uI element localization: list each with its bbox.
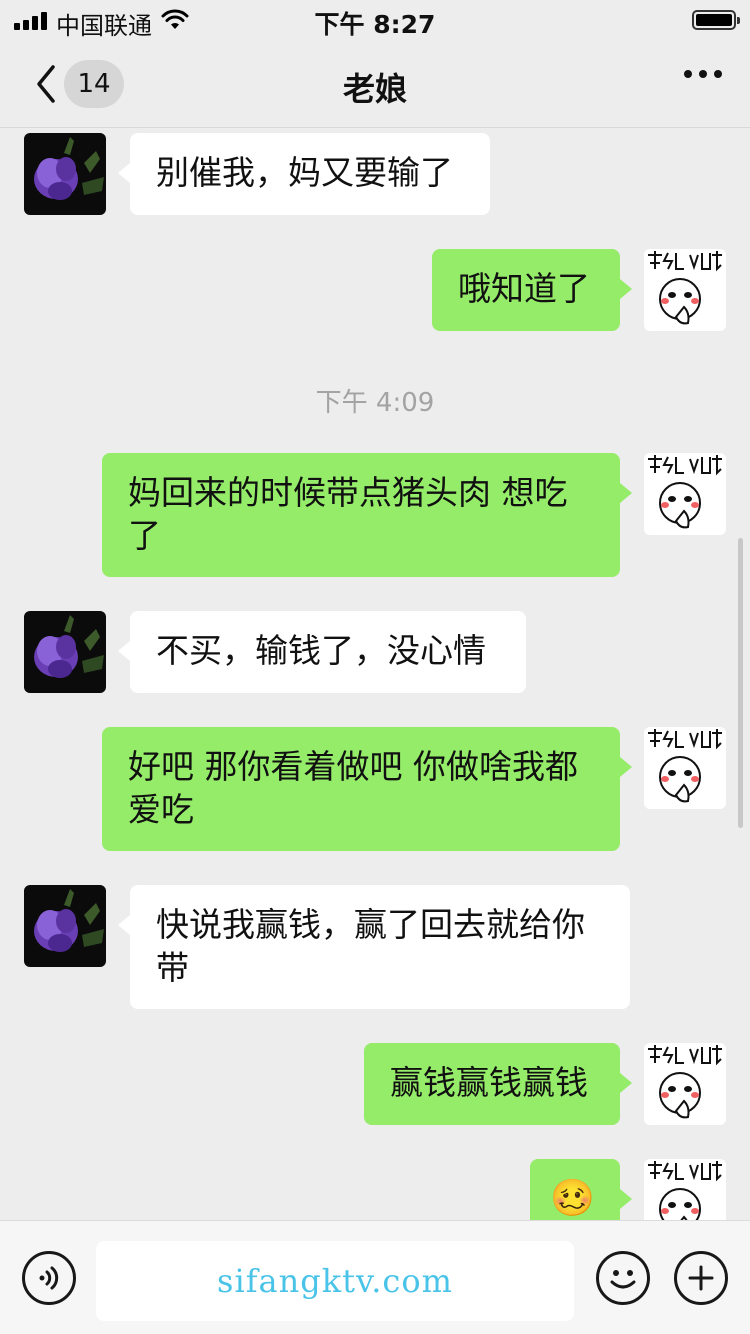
outgoing-message[interactable]: 🥴 [530, 1159, 632, 1220]
my-avatar[interactable] [644, 727, 726, 809]
message-text-field[interactable]: sifangktv.com [96, 1241, 574, 1321]
battery-icon [692, 10, 740, 30]
contact-avatar[interactable] [24, 133, 106, 215]
more-dot-icon [684, 70, 692, 78]
plus-icon [688, 1265, 714, 1291]
outgoing-message[interactable]: 好吧 那你看着做吧 你做啥我都爱吃 [102, 727, 632, 851]
contact-avatar[interactable] [24, 885, 106, 967]
emoji-button[interactable] [596, 1251, 650, 1305]
smiley-face-icon [610, 1270, 636, 1289]
incoming-message[interactable]: 别催我，妈又要输了 [118, 133, 490, 215]
chat-message-list[interactable]: 别催我，妈又要输了 哦知道了 下午 4:09 妈回来的时候带点猪头肉 想吃了 不… [0, 128, 750, 1220]
contact-avatar[interactable] [24, 611, 106, 693]
message-timestamp: 下午 4:09 [315, 388, 435, 418]
scrollbar[interactable] [738, 538, 743, 828]
message-text: 快说我赢钱，赢了回去就给你带 [156, 905, 585, 987]
incoming-message[interactable]: 快说我赢钱，赢了回去就给你带 [118, 885, 630, 1009]
voice-input-button[interactable] [22, 1251, 76, 1305]
status-time: 下午 8:27 [314, 10, 436, 39]
outgoing-message[interactable]: 赢钱赢钱赢钱 [364, 1043, 632, 1125]
emoji-message: 🥴 [550, 1178, 595, 1219]
message-text: 哦知道了 [458, 269, 590, 308]
my-avatar[interactable] [644, 249, 726, 331]
my-avatar[interactable] [644, 453, 726, 535]
message-text: 妈回来的时候带点猪头肉 想吃了 [128, 473, 568, 555]
voice-wave-icon [39, 1266, 59, 1290]
status-bar: 中国联通 下午 8:27 [0, 0, 750, 44]
more-functions-button[interactable] [674, 1251, 728, 1305]
my-avatar[interactable] [644, 1159, 726, 1220]
watermark-text: sifangktv.com [217, 1262, 453, 1300]
message-input-bar: sifangktv.com [0, 1220, 750, 1334]
incoming-message[interactable]: 不买，输钱了，没心情 [118, 611, 526, 693]
navigation-bar: 14 老娘 [0, 44, 750, 128]
message-text: 好吧 那你看着做吧 你做啥我都爱吃 [128, 747, 578, 829]
outgoing-message[interactable]: 妈回来的时候带点猪头肉 想吃了 [102, 453, 632, 577]
message-text: 不买，输钱了，没心情 [156, 631, 486, 670]
more-dot-icon [699, 70, 707, 78]
chat-title: 老娘 [342, 70, 407, 108]
my-avatar[interactable] [644, 1043, 726, 1125]
message-text: 赢钱赢钱赢钱 [390, 1063, 588, 1102]
message-text: 别催我，妈又要输了 [156, 153, 453, 192]
more-options-button[interactable] [684, 70, 722, 78]
outgoing-message[interactable]: 哦知道了 [432, 249, 632, 331]
more-dot-icon [714, 70, 722, 78]
